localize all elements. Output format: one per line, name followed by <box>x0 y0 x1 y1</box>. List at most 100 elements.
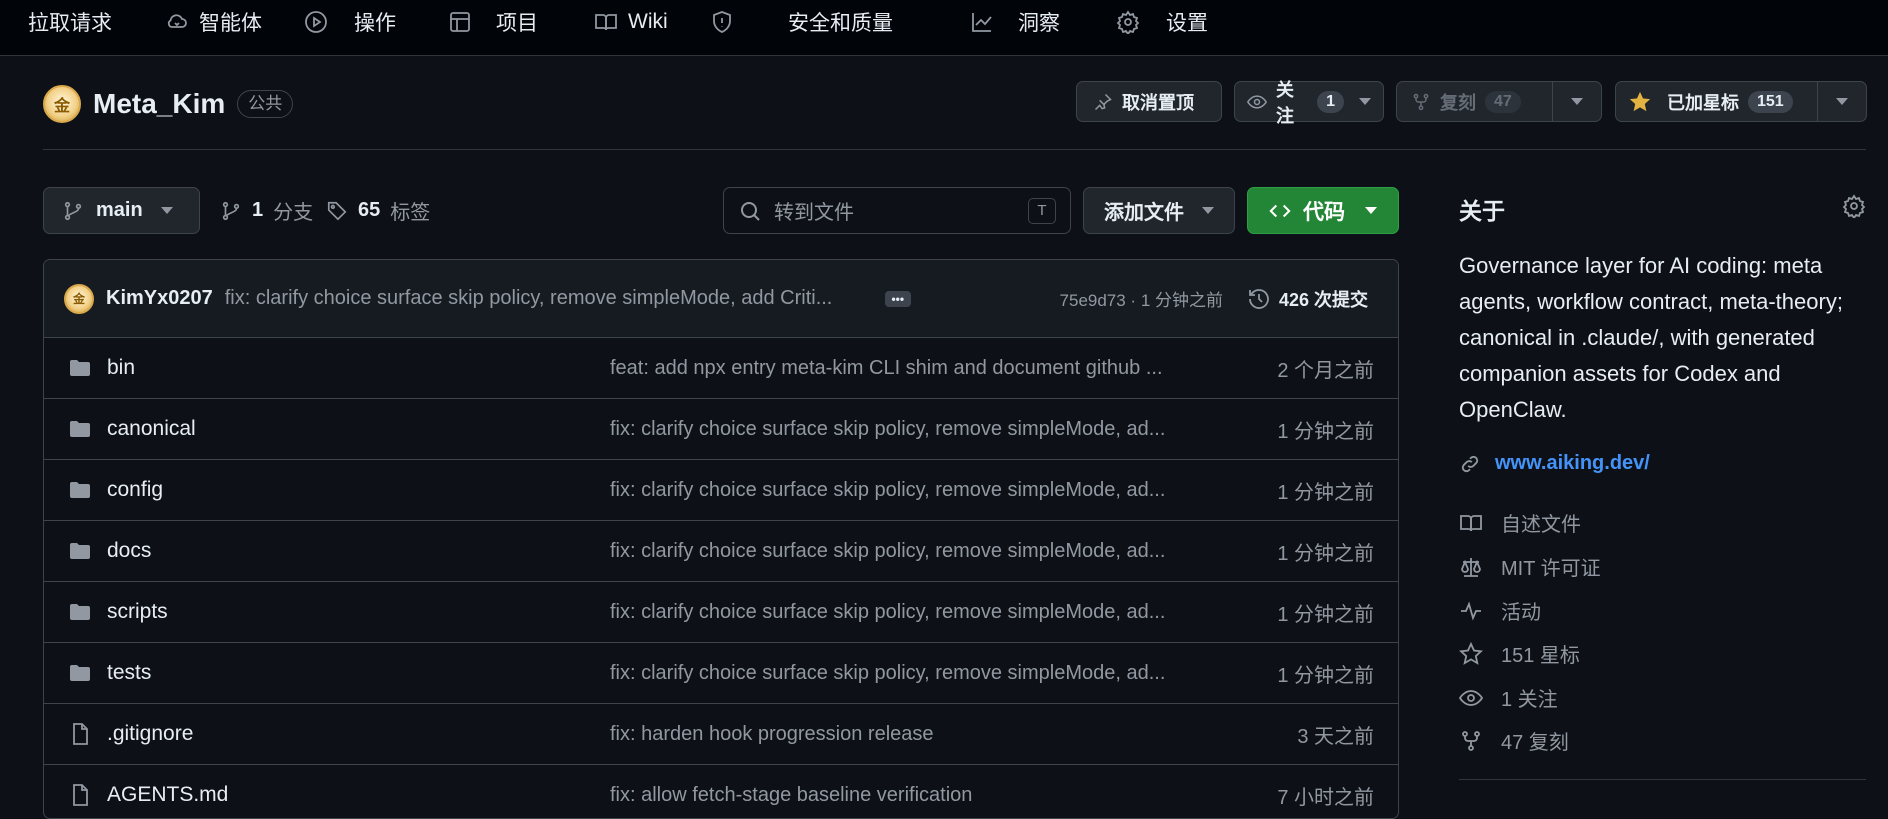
code-label: 代码 <box>1303 200 1345 224</box>
file-commit-message[interactable]: fix: allow fetch-stage baseline verifica… <box>610 784 1190 807</box>
search-icon <box>738 199 762 223</box>
code-icon <box>1269 200 1291 222</box>
file-name[interactable]: docs <box>107 539 151 563</box>
file-name[interactable]: AGENTS.md <box>107 783 228 807</box>
file-row[interactable]: bin feat: add npx entry meta-kim CLI shim… <box>44 338 1398 399</box>
file-row[interactable]: canonical fix: clarify choice surface ski… <box>44 399 1398 460</box>
nav-tab-actions[interactable]: 操作 <box>304 0 396 44</box>
nav-tab-settings[interactable]: 设置 <box>1116 0 1208 44</box>
nav-tab-label: 拉取请求 <box>28 12 112 35</box>
watch-button[interactable]: 关注 1 <box>1234 80 1384 126</box>
file-name[interactable]: config <box>107 478 163 502</box>
sidebar-item-watchers[interactable]: 1 关注 <box>1459 683 1558 712</box>
go-to-file-input[interactable]: 转到文件 T <box>723 187 1071 234</box>
commit-message[interactable]: fix: clarify choice surface skip policy,… <box>225 287 865 310</box>
nav-tab-label: 智能体 <box>199 12 262 35</box>
file-name[interactable]: bin <box>107 356 135 380</box>
repo-nav-bar: 拉取请求 智能体 操作 项目 Wiki 安全和质量 洞察 设置 <box>0 0 1888 56</box>
file-commit-message[interactable]: fix: clarify choice surface skip policy,… <box>610 601 1190 624</box>
file-name[interactable]: tests <box>107 661 151 685</box>
nav-tab-agents[interactable]: 智能体 <box>165 0 262 44</box>
file-commit-message[interactable]: fix: clarify choice surface skip policy,… <box>610 540 1190 563</box>
file-commit-message[interactable]: fix: clarify choice surface skip policy,… <box>610 418 1190 441</box>
sidebar-item-label: MIT 许可证 <box>1501 558 1601 580</box>
add-file-button[interactable]: 添加文件 <box>1083 187 1235 234</box>
folder-icon <box>68 600 92 624</box>
tags-label: 标签 <box>390 202 431 224</box>
file-row[interactable]: docs fix: clarify choice surface skip pol… <box>44 521 1398 582</box>
keyboard-shortcut-hint: T <box>1028 197 1056 224</box>
branch-selector[interactable]: main <box>43 187 200 234</box>
nav-tab-insights[interactable]: 洞察 <box>970 0 1060 44</box>
add-file-label: 添加文件 <box>1104 202 1184 224</box>
star-label: 已加星标 <box>1667 92 1739 113</box>
unpin-button[interactable]: 取消置顶 <box>1076 81 1222 122</box>
file-commit-message[interactable]: feat: add npx entry meta-kim CLI shim an… <box>610 357 1190 380</box>
avatar-glyph: 金 <box>72 292 85 306</box>
nav-tab-label: 设置 <box>1166 12 1208 35</box>
fork-dropdown[interactable] <box>1552 82 1601 121</box>
star-button[interactable]: 已加星标 151 <box>1615 81 1867 122</box>
nav-tab-pull-requests[interactable]: 拉取请求 <box>28 0 112 44</box>
file-commit-message[interactable]: fix: clarify choice surface skip policy,… <box>610 662 1190 685</box>
nav-tab-label: 项目 <box>496 12 538 35</box>
file-commit-time: 1 分钟之前 <box>1277 664 1374 687</box>
eye-icon <box>1247 92 1267 112</box>
nav-tab-projects[interactable]: 项目 <box>448 0 538 44</box>
branches-link[interactable]: 1 分支 <box>220 196 313 225</box>
file-row[interactable]: .gitignore fix: harden hook progression r… <box>44 704 1398 765</box>
repo-description: Governance layer for AI coding: meta age… <box>1459 253 1843 422</box>
eye-icon <box>1459 686 1483 710</box>
owner-avatar[interactable]: 金 <box>43 85 81 123</box>
commit-author[interactable]: KimYx0207 <box>106 287 213 310</box>
nav-tab-label: 洞察 <box>1018 12 1060 35</box>
nav-tab-wiki[interactable]: Wiki <box>594 0 668 44</box>
file-commit-message[interactable]: fix: harden hook progression release <box>610 723 1190 746</box>
sidebar-item-activity[interactable]: 活动 <box>1459 596 1541 625</box>
tag-icon <box>326 200 348 222</box>
commit-hash-time[interactable]: 75e9d73 · 1 分钟之前 <box>1060 286 1223 311</box>
file-row[interactable]: config fix: clarify choice surface skip p… <box>44 460 1398 521</box>
nav-tab-security[interactable]: 安全和质量 <box>710 0 893 44</box>
homepage-url: www.aiking.dev/ <box>1495 452 1650 474</box>
tags-link[interactable]: 65 标签 <box>326 196 430 225</box>
commit-author-avatar[interactable]: 金 <box>64 283 94 314</box>
file-table: 金 KimYx0207 fix: clarify choice surface … <box>43 259 1399 819</box>
file-commit-message[interactable]: fix: clarify choice surface skip policy,… <box>610 479 1190 502</box>
file-name[interactable]: scripts <box>107 600 168 624</box>
file-name[interactable]: .gitignore <box>107 722 193 746</box>
repo-name[interactable]: Meta_Kim <box>93 88 225 120</box>
folder-icon <box>68 356 92 380</box>
fork-button[interactable]: 复刻 47 <box>1396 81 1602 122</box>
chevron-down-icon <box>1571 98 1583 105</box>
fork-label: 复刻 <box>1440 92 1476 113</box>
branches-count: 1 <box>252 199 264 221</box>
file-row[interactable]: scripts fix: clarify choice surface skip … <box>44 582 1398 643</box>
about-heading: 关于 <box>1459 198 1505 224</box>
commit-history-link[interactable]: 426 次提交 <box>1247 286 1368 312</box>
file-name[interactable]: canonical <box>107 417 196 441</box>
pulse-icon <box>1459 599 1483 623</box>
chevron-down-icon <box>160 207 173 214</box>
history-icon <box>1247 287 1271 311</box>
folder-icon <box>68 478 92 502</box>
sidebar-item-readme[interactable]: 自述文件 <box>1459 508 1581 537</box>
fork-icon <box>1411 92 1431 112</box>
sidebar-item-forks[interactable]: 47 复刻 <box>1459 726 1569 755</box>
sidebar-item-label: 活动 <box>1501 602 1541 624</box>
file-row[interactable]: AGENTS.md fix: allow fetch-stage baseline… <box>44 765 1398 818</box>
file-icon <box>68 783 92 807</box>
chevron-down-icon[interactable] <box>1359 98 1371 105</box>
sidebar-item-license[interactable]: MIT 许可证 <box>1459 552 1601 581</box>
code-button[interactable]: 代码 <box>1247 187 1399 234</box>
expand-commit-button[interactable]: ••• <box>884 290 911 307</box>
file-commit-time: 7 小时之前 <box>1277 786 1374 809</box>
agent-cloud-icon <box>165 10 189 34</box>
sidebar-item-label: 1 关注 <box>1501 689 1558 711</box>
file-row[interactable]: tests fix: clarify choice surface skip po… <box>44 643 1398 704</box>
play-icon <box>304 10 328 34</box>
star-dropdown[interactable] <box>1817 82 1866 121</box>
about-settings-button[interactable] <box>1842 194 1866 218</box>
homepage-link[interactable]: www.aiking.dev/ <box>1459 452 1650 475</box>
sidebar-item-stars[interactable]: 151 星标 <box>1459 639 1580 668</box>
